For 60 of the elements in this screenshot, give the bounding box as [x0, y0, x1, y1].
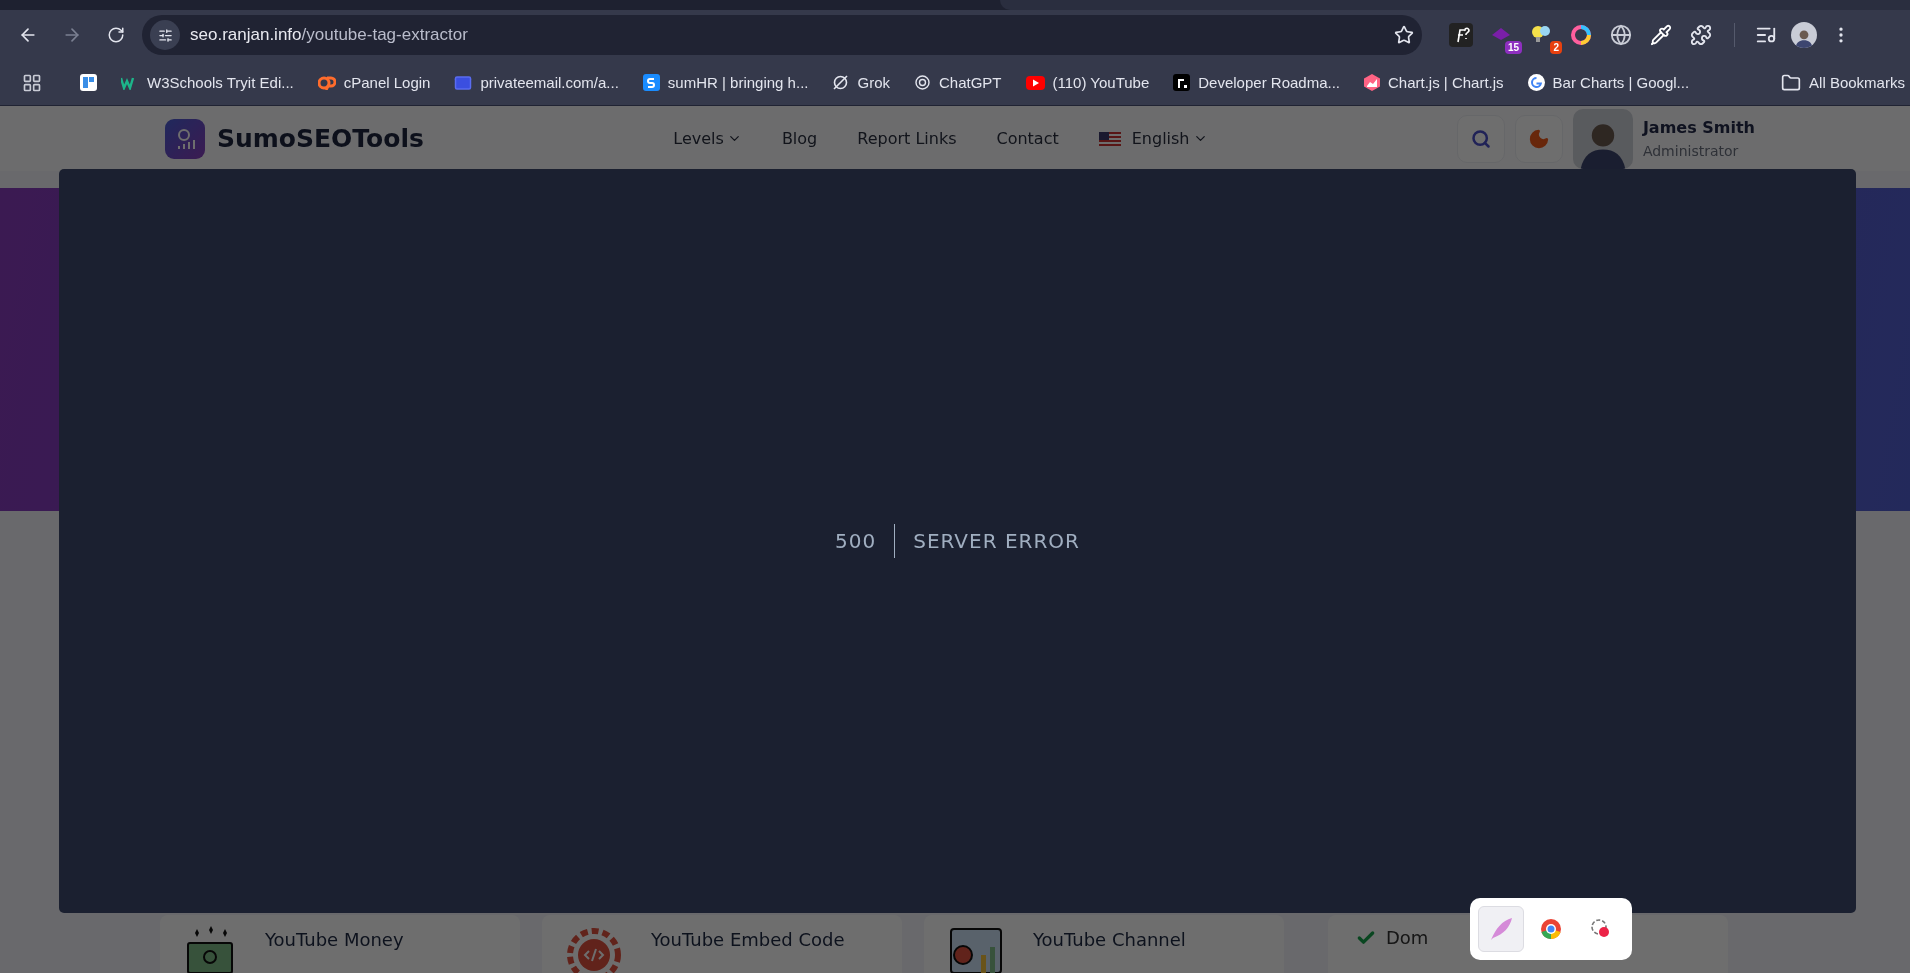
nav-link[interactable]: Blog [781, 129, 818, 148]
user-role: Administrator [1642, 143, 1740, 159]
youtube-icon [1025, 75, 1045, 90]
all-bookmarks[interactable]: All Bookmarks [1771, 68, 1910, 97]
count-badge: 15 [1504, 41, 1522, 54]
user-avatar[interactable] [1572, 108, 1633, 169]
video-chart-icon [949, 925, 1003, 973]
bookmark-icon [317, 75, 336, 90]
count-badge: 2 [1550, 41, 1562, 54]
profile-avatar[interactable] [1791, 22, 1817, 48]
bookmark[interactable]: W3Schools Tryit Edi... [111, 70, 304, 95]
bookmark-icon [1173, 74, 1191, 91]
bookmark[interactable]: Developer Roadma... [1163, 70, 1350, 95]
nav-link[interactable]: Report Links [857, 129, 957, 148]
browser-icon [1540, 918, 1562, 940]
bookmark-star-icon[interactable] [1394, 25, 1414, 45]
error-message: SERVER ERROR [912, 529, 1080, 553]
bookmark-icon [832, 74, 850, 91]
bookmark[interactable]: Chart.js | Chart.js [1354, 70, 1514, 95]
globe-icon[interactable] [1610, 24, 1632, 46]
bookmark[interactable]: ChatGPT [904, 70, 1012, 95]
bookmark-icon [80, 74, 97, 91]
search-icon [1470, 128, 1491, 149]
address-bar[interactable]: seo.ranjan.info/youtube-tag-extractor [142, 15, 1422, 55]
search-button[interactable] [1456, 114, 1505, 163]
tool-card[interactable]: YouTube Channel [924, 915, 1284, 973]
bookmark[interactable]: (110) YouTube [1015, 70, 1160, 95]
bookmark[interactable]: Bar Charts | Googl... [1517, 70, 1700, 95]
font-icon[interactable] [1449, 23, 1473, 47]
logo-icon [165, 118, 205, 159]
bookmark-icon [1364, 74, 1380, 91]
ring-icon[interactable] [1570, 24, 1592, 46]
apps-icon[interactable] [22, 72, 42, 93]
bookmark-icon [642, 74, 660, 91]
code-gear-icon [567, 925, 621, 973]
flag-icon [1098, 131, 1121, 146]
feather-icon [1488, 916, 1514, 942]
eyedropper-icon[interactable] [1650, 24, 1672, 46]
folder-icon [1781, 72, 1802, 93]
mail-icon [454, 73, 473, 92]
moon-icon [1527, 127, 1550, 150]
google-icon [1527, 74, 1545, 91]
bookmark[interactable]: sumHR | bringing h... [632, 70, 819, 95]
nav-link[interactable]: Levels [673, 129, 742, 148]
bookmark[interactable]: Grok [822, 70, 900, 95]
error-code: 500 [835, 524, 896, 558]
tool-card[interactable]: YouTube Money [160, 915, 520, 973]
feature-label: Dom [1386, 927, 1429, 948]
bookmark-icon [914, 74, 931, 91]
bookmark[interactable]: privateemail.com/a... [444, 69, 629, 96]
nav-link[interactable]: Contact [996, 129, 1059, 148]
money-icon [185, 925, 235, 973]
user-name: James Smith [1642, 118, 1755, 137]
site-info-icon[interactable] [150, 20, 180, 50]
extensions-icon[interactable] [1690, 24, 1712, 46]
language-selector[interactable]: English [1098, 129, 1208, 148]
reload-icon [107, 26, 125, 44]
tool-card[interactable]: YouTube Embed Code [542, 915, 902, 973]
bookmark[interactable]: cPanel Login [307, 70, 441, 95]
brand-name: SumoSEOTools [217, 124, 424, 153]
